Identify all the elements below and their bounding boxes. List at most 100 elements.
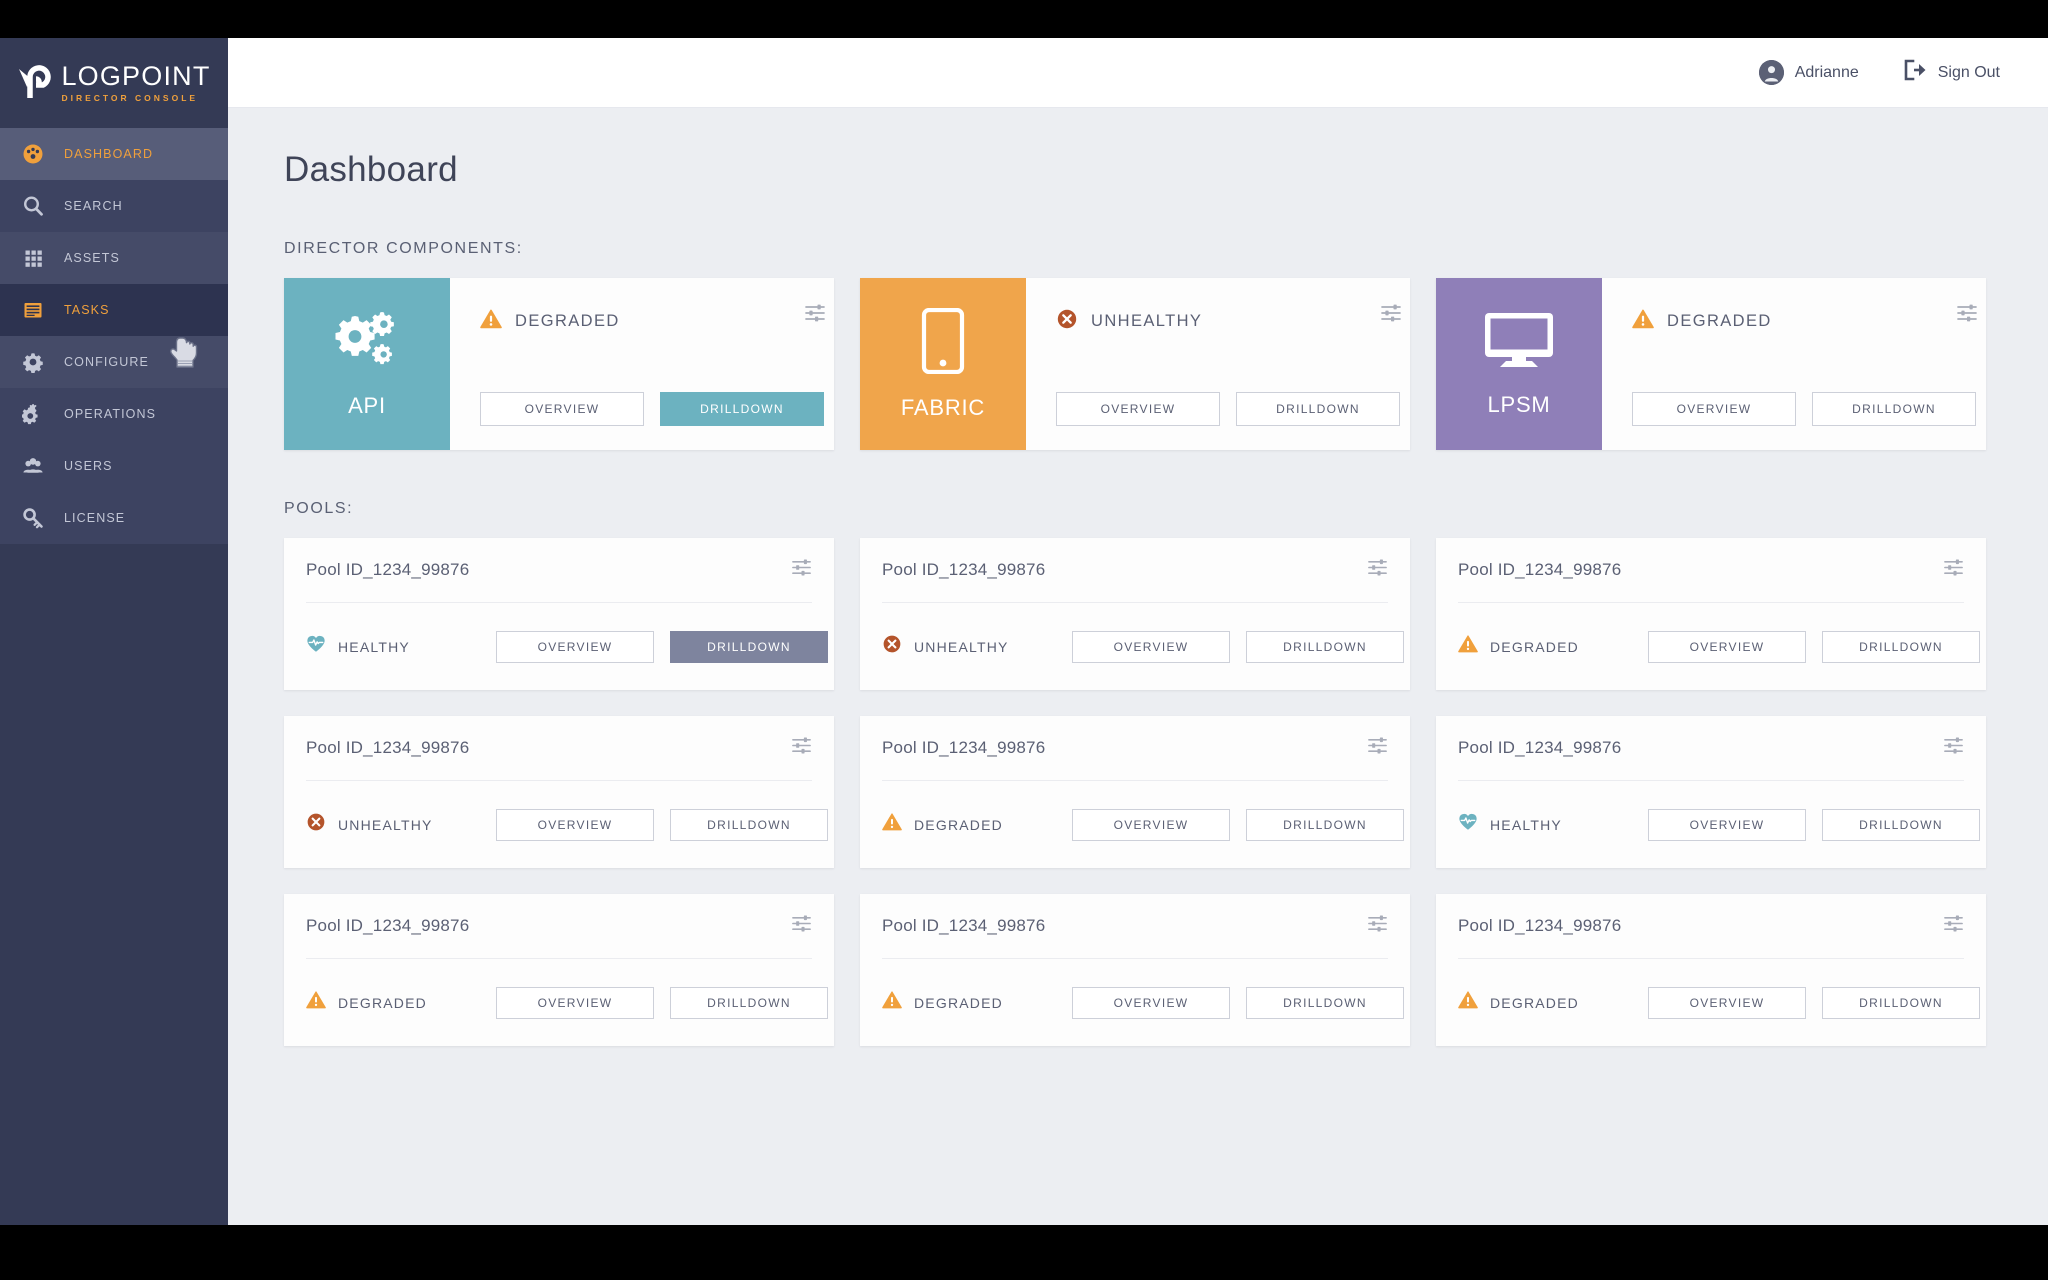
user-name-label: Adrianne — [1794, 63, 1859, 81]
sidebar-item-dashboard[interactable]: DASHBOARD — [0, 128, 228, 180]
sliders-settings-icon[interactable] — [1380, 302, 1402, 329]
pool-card: Pool ID_1234_99876 DEGRADED OVERVIEW DRILLD… — [860, 716, 1410, 868]
drilldown-button[interactable]: DRILLDOWN — [1822, 986, 1980, 1019]
sliders-settings-icon[interactable] — [804, 302, 826, 329]
component-name: FABRIC — [900, 394, 986, 420]
sliders-settings-icon[interactable] — [1367, 557, 1388, 583]
overview-button[interactable]: OVERVIEW — [1072, 986, 1230, 1019]
status-label: HEALTHY — [1490, 816, 1562, 833]
overview-button[interactable]: OVERVIEW — [496, 808, 654, 841]
drilldown-button[interactable]: DRILLDOWN — [670, 630, 828, 663]
status-label: HEALTHY — [338, 638, 410, 655]
page-title: Dashboard — [284, 150, 458, 189]
overview-button[interactable]: OVERVIEW — [496, 986, 654, 1019]
sliders-settings-icon[interactable] — [791, 913, 812, 939]
status-badge: DEGRADED — [882, 812, 1072, 837]
sidebar-item-search[interactable]: SEARCH — [0, 180, 228, 232]
warning-triangle-icon — [1458, 990, 1478, 1015]
status-label: DEGRADED — [914, 816, 1003, 833]
pool-title: Pool ID_1234_99876 — [882, 738, 1046, 757]
pool-actions: OVERVIEW DRILLDOWN — [1072, 986, 1404, 1019]
status-label: DEGRADED — [1667, 312, 1772, 330]
status-label: DEGRADED — [1490, 994, 1579, 1011]
pool-header: Pool ID_1234_99876 — [306, 894, 812, 959]
sidebar-item-assets[interactable]: ASSETS — [0, 232, 228, 284]
overview-button[interactable]: OVERVIEW — [1648, 986, 1806, 1019]
sliders-settings-icon[interactable] — [791, 557, 812, 583]
brand-title: LOGPOINT — [61, 61, 211, 92]
pools-label: POOLS: — [284, 500, 354, 517]
pool-body: HEALTHY OVERVIEW DRILLDOWN — [306, 603, 828, 690]
status-label: DEGRADED — [914, 994, 1003, 1011]
user-menu[interactable]: Adrianne — [1758, 60, 1859, 85]
drilldown-button[interactable]: DRILLDOWN — [1822, 808, 1980, 841]
overview-button[interactable]: OVERVIEW — [1632, 392, 1796, 426]
sliders-settings-icon[interactable] — [1367, 735, 1388, 761]
component-name: API — [348, 392, 386, 418]
logpoint-logo-icon — [17, 65, 52, 101]
status-badge: DEGRADED — [882, 990, 1072, 1015]
error-circle-x-icon — [306, 812, 326, 837]
top-bar: Adrianne Sign Out — [228, 38, 2048, 108]
sliders-settings-icon[interactable] — [1943, 735, 1964, 761]
drilldown-button[interactable]: DRILLDOWN — [670, 986, 828, 1019]
status-badge: HEALTHY — [1458, 812, 1648, 837]
drilldown-button[interactable]: DRILLDOWN — [1822, 630, 1980, 663]
search-magnifier-icon — [22, 195, 44, 217]
sliders-settings-icon[interactable] — [1956, 302, 1978, 329]
heart-pulse-icon — [1458, 812, 1478, 837]
pool-card: Pool ID_1234_99876 DEGRADED OVERVIEW DRILLD… — [284, 894, 834, 1046]
drilldown-button[interactable]: DRILLDOWN — [1236, 392, 1400, 426]
sidebar-item-label: LICENSE — [64, 511, 126, 525]
drilldown-button[interactable]: DRILLDOWN — [670, 808, 828, 841]
pool-actions: OVERVIEW DRILLDOWN — [496, 808, 828, 841]
overview-button[interactable]: OVERVIEW — [480, 392, 644, 426]
pool-card: Pool ID_1234_99876 UNHEALTHY OVERVIEW DRILL… — [284, 716, 834, 868]
drilldown-button[interactable]: DRILLDOWN — [660, 392, 824, 426]
pool-actions: OVERVIEW DRILLDOWN — [496, 986, 828, 1019]
error-circle-x-icon — [1056, 308, 1078, 335]
component-body: UNHEALTHY OVERVIEW DRILLDOWN — [1026, 278, 1426, 450]
sliders-settings-icon[interactable] — [1943, 557, 1964, 583]
pool-body: DEGRADED OVERVIEW DRILLDOWN — [882, 781, 1404, 868]
content-scroll-area: Dashboard DIRECTOR COMPONENTS: API DEGRAD… — [228, 108, 2048, 1225]
error-circle-x-icon — [882, 634, 902, 659]
sidebar-item-license[interactable]: LICENSE — [0, 492, 228, 544]
sidebar-item-tasks[interactable]: TASKS — [0, 284, 228, 336]
drilldown-button[interactable]: DRILLDOWN — [1812, 392, 1976, 426]
sliders-settings-icon[interactable] — [791, 735, 812, 761]
overview-button[interactable]: OVERVIEW — [496, 630, 654, 663]
sidebar-item-label: DASHBOARD — [64, 147, 154, 161]
status-badge: UNHEALTHY — [1056, 308, 1400, 335]
overview-button[interactable]: OVERVIEW — [1056, 392, 1220, 426]
pool-header: Pool ID_1234_99876 — [882, 894, 1388, 959]
sliders-settings-icon[interactable] — [1943, 913, 1964, 939]
pools-grid: Pool ID_1234_99876 HEALTHY OVERVIEW DRILLDO… — [284, 538, 2048, 1046]
sidebar-item-operations[interactable]: OPERATIONS — [0, 388, 228, 440]
warning-triangle-icon — [480, 308, 502, 335]
drilldown-button[interactable]: DRILLDOWN — [1246, 808, 1404, 841]
sign-out-label: Sign Out — [1937, 63, 2000, 81]
sliders-settings-icon[interactable] — [1367, 913, 1388, 939]
sidebar-item-users[interactable]: USERS — [0, 440, 228, 492]
status-label: DEGRADED — [515, 312, 620, 330]
sidebar-item-label: OPERATIONS — [64, 407, 157, 421]
sidebar-item-label: ASSETS — [64, 251, 120, 265]
pool-card: Pool ID_1234_99876 HEALTHY OVERVIEW DRILLDO… — [1436, 716, 1986, 868]
drilldown-button[interactable]: DRILLDOWN — [1246, 986, 1404, 1019]
overview-button[interactable]: OVERVIEW — [1072, 630, 1230, 663]
pool-actions: OVERVIEW DRILLDOWN — [1648, 808, 1980, 841]
status-badge: UNHEALTHY — [306, 812, 496, 837]
status-badge: DEGRADED — [1458, 634, 1648, 659]
pool-title: Pool ID_1234_99876 — [306, 560, 470, 579]
brand-logo[interactable]: LOGPOINT DIRECTOR CONSOLE — [0, 38, 228, 128]
drilldown-button[interactable]: DRILLDOWN — [1246, 630, 1404, 663]
overview-button[interactable]: OVERVIEW — [1072, 808, 1230, 841]
pool-header: Pool ID_1234_99876 — [1458, 538, 1964, 603]
status-label: UNHEALTHY — [338, 816, 433, 833]
warning-triangle-icon — [882, 812, 902, 837]
sidebar-item-configure[interactable]: CONFIGURE — [0, 336, 228, 388]
overview-button[interactable]: OVERVIEW — [1648, 630, 1806, 663]
overview-button[interactable]: OVERVIEW — [1648, 808, 1806, 841]
sign-out-button[interactable]: Sign Out — [1903, 59, 2000, 86]
